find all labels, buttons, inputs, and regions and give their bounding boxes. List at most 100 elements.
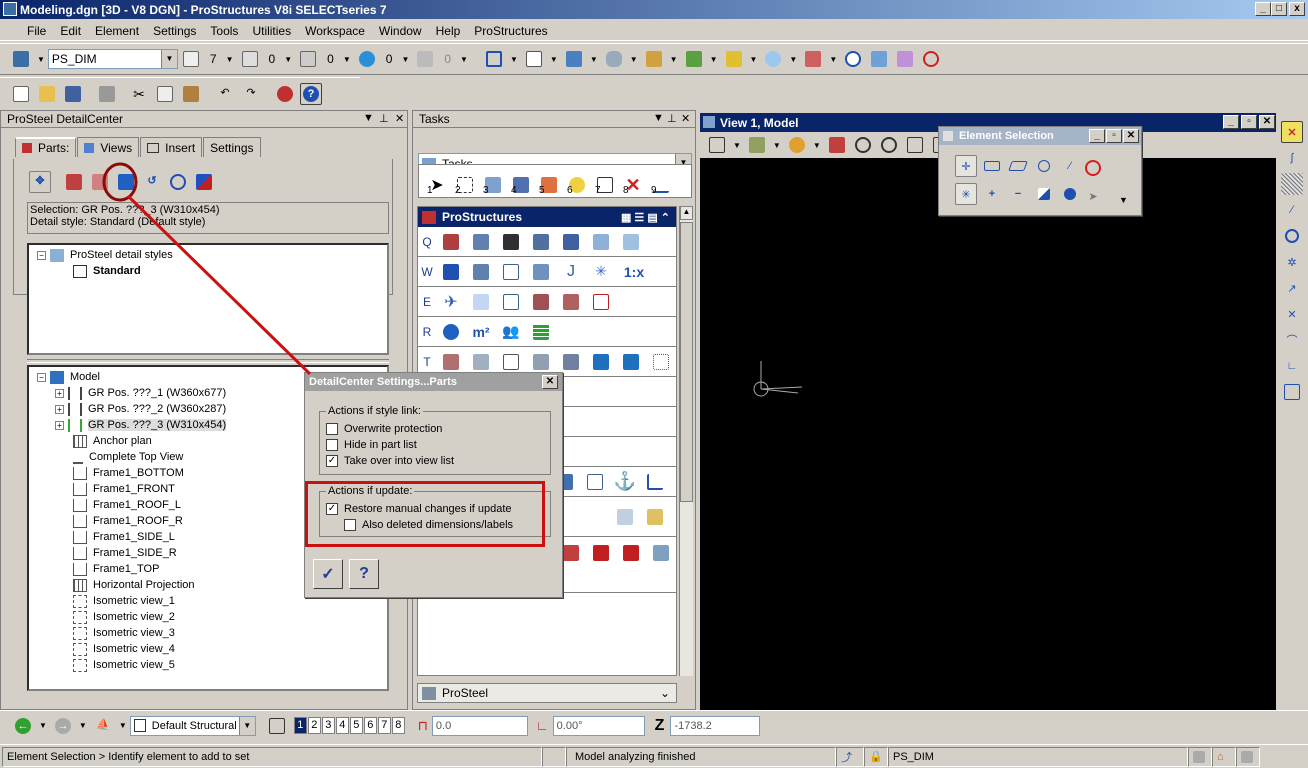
view-button-6[interactable]: 6: [363, 717, 377, 734]
tool-button[interactable]: ✈: [439, 290, 463, 314]
dialog-titlebar[interactable]: DetailCenter Settings...Parts ✕: [305, 373, 562, 391]
expand-section-icon[interactable]: ⌄: [660, 686, 670, 700]
tool-button[interactable]: 1:x: [619, 260, 649, 284]
status-save[interactable]: [1188, 746, 1212, 767]
tool-button[interactable]: [589, 230, 613, 254]
menu-element[interactable]: Element: [88, 24, 146, 38]
menu-workspace[interactable]: Workspace: [298, 24, 372, 38]
checkbox-box[interactable]: [326, 439, 338, 451]
layers-tool[interactable]: [723, 48, 745, 70]
scroll-thumb[interactable]: [680, 222, 693, 502]
more-options-icon[interactable]: ▼: [1119, 195, 1128, 205]
info-tool[interactable]: [842, 48, 864, 70]
view-close-button[interactable]: ✕: [1259, 115, 1275, 129]
ok-button[interactable]: ✓: [313, 559, 343, 589]
view-button-2[interactable]: 2: [307, 717, 321, 734]
es-close-button[interactable]: ✕: [1123, 129, 1139, 143]
tool-button[interactable]: [499, 350, 523, 374]
tool-button[interactable]: [649, 350, 673, 374]
menu-settings[interactable]: Settings: [146, 24, 203, 38]
update-button[interactable]: ↺: [141, 171, 163, 193]
checkbox-box[interactable]: [326, 423, 338, 435]
tool-button[interactable]: [529, 230, 553, 254]
add-part-button[interactable]: [63, 171, 85, 193]
target-button[interactable]: [167, 171, 189, 193]
tool-button[interactable]: [559, 290, 583, 314]
tool-button[interactable]: [649, 541, 673, 565]
expand-icon[interactable]: +: [55, 388, 64, 398]
grid-tool[interactable]: [894, 48, 916, 70]
expand-icon[interactable]: +: [55, 404, 64, 414]
display-style-button[interactable]: [746, 134, 768, 156]
minimize-button[interactable]: _: [1255, 2, 1271, 16]
tool-button[interactable]: [559, 230, 583, 254]
angle-field[interactable]: 0.00°: [552, 715, 645, 736]
element-selection-titlebar[interactable]: Element Selection _ ▫ ✕: [939, 127, 1141, 145]
view-button-5[interactable]: 5: [349, 717, 363, 734]
maximize-button[interactable]: □: [1271, 2, 1287, 16]
forward-button[interactable]: →: [52, 715, 74, 737]
help-button[interactable]: ?: [300, 82, 322, 105]
tool-button[interactable]: ✳: [589, 260, 613, 284]
x-field[interactable]: 0.0: [431, 715, 528, 736]
tool-button[interactable]: J: [559, 260, 583, 284]
view-style-combo[interactable]: Default Structural r ▼: [129, 715, 256, 736]
individual-method-button[interactable]: ✛: [955, 155, 977, 177]
view-groups-button[interactable]: [266, 715, 288, 737]
save-button[interactable]: [62, 83, 84, 105]
tree-item-view[interactable]: Isometric view_4: [37, 641, 379, 657]
menu-prostructures[interactable]: ProStructures: [467, 24, 554, 38]
tool-button[interactable]: [529, 320, 553, 344]
pin-icon[interactable]: ⊥: [379, 112, 389, 125]
circle-method-button[interactable]: [1033, 155, 1055, 177]
tool-button[interactable]: [469, 230, 493, 254]
menu-utilities[interactable]: Utilities: [245, 24, 298, 38]
book-tool[interactable]: [868, 48, 890, 70]
add-mode-button[interactable]: +: [981, 183, 1003, 205]
transparency-button[interactable]: [356, 48, 378, 70]
lighting-button[interactable]: [786, 134, 808, 156]
menu-help[interactable]: Help: [429, 24, 468, 38]
tool-button[interactable]: [499, 290, 523, 314]
tree-item-styles-root[interactable]: − ProSteel detail styles: [37, 247, 379, 263]
panel-close-icon[interactable]: ✕: [395, 112, 404, 125]
tool-button[interactable]: [559, 350, 583, 374]
menu-file[interactable]: File: [20, 24, 53, 38]
new-button[interactable]: [10, 83, 32, 105]
tool-button[interactable]: ⚓: [613, 470, 637, 494]
tree-item-standard[interactable]: Standard: [37, 263, 379, 279]
tool-button[interactable]: [499, 230, 523, 254]
help-button[interactable]: ?: [349, 559, 379, 589]
dialog-close-button[interactable]: ✕: [542, 375, 558, 389]
render-button[interactable]: [274, 83, 296, 105]
clear-selection-button[interactable]: [1082, 157, 1104, 179]
priority-button[interactable]: [414, 48, 436, 70]
tool-button[interactable]: [469, 350, 493, 374]
curve-tool[interactable]: ∫: [1281, 147, 1303, 169]
collapse-icon[interactable]: −: [37, 250, 46, 260]
dimension-tool[interactable]: ∟: [1281, 355, 1303, 377]
prosteel-section[interactable]: ProSteel ⌄: [417, 683, 677, 703]
intersect-tool[interactable]: ✕: [1281, 303, 1303, 325]
undo-button[interactable]: ↶: [214, 83, 236, 105]
line-method-button[interactable]: ⁄: [1059, 155, 1081, 177]
window-area-button[interactable]: [904, 134, 926, 156]
element-selection-tool[interactable]: ✕: [1281, 121, 1303, 143]
es-maximize-button[interactable]: ▫: [1106, 129, 1122, 143]
app-icon[interactable]: [3, 2, 17, 16]
hide-in-part-list-checkbox[interactable]: Hide in part list: [326, 437, 544, 453]
status-grid[interactable]: [1236, 746, 1260, 767]
arc-tool[interactable]: ↗: [1281, 277, 1303, 299]
tool-button[interactable]: 👥: [499, 320, 523, 344]
copy-button[interactable]: [154, 83, 176, 105]
tool-button[interactable]: [619, 230, 643, 254]
move-parts-button[interactable]: ✥: [29, 171, 51, 193]
fence-tool-right[interactable]: [1281, 381, 1303, 403]
tab-parts[interactable]: Parts:: [15, 137, 77, 157]
close-button[interactable]: x: [1289, 2, 1305, 16]
level-combo[interactable]: PS_DIM ▼: [47, 49, 178, 69]
view-button-4[interactable]: 4: [335, 717, 349, 734]
tool-button[interactable]: [619, 350, 643, 374]
tool-button[interactable]: [589, 350, 613, 374]
global-mode-button[interactable]: [1059, 183, 1081, 205]
